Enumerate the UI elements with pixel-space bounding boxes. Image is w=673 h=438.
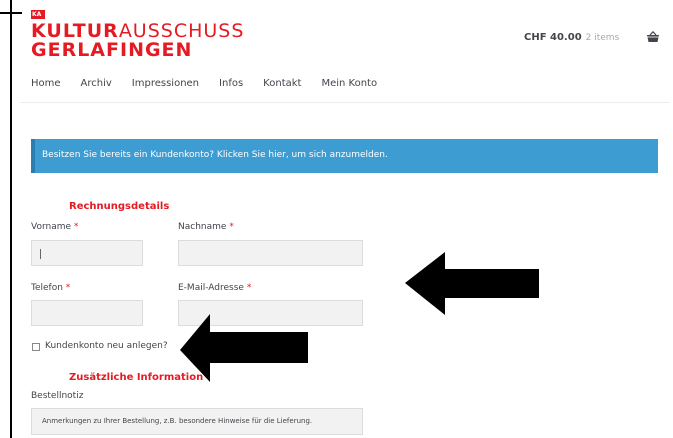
frame-border-left xyxy=(10,0,12,438)
nav-mein-konto[interactable]: Mein Konto xyxy=(321,78,377,89)
logo-line2: GERLAFINGEN xyxy=(31,39,193,61)
nav-kontakt[interactable]: Kontakt xyxy=(263,78,301,89)
last-name-label: Nachname * xyxy=(178,222,234,232)
logo-badge: KA xyxy=(31,10,45,19)
order-note-textarea[interactable]: Anmerkungen zu Ihrer Bestellung, z.B. be… xyxy=(31,408,363,435)
cart-summary[interactable]: CHF 40.00 2 items xyxy=(524,32,619,43)
nav-impressionen[interactable]: Impressionen xyxy=(132,78,199,89)
login-notice[interactable]: Besitzen Sie bereits ein Kundenkonto? Kl… xyxy=(31,139,658,173)
phone-label: Telefon * xyxy=(31,283,71,293)
nav-infos[interactable]: Infos xyxy=(219,78,243,89)
create-account-label[interactable]: Kundenkonto neu anlegen? xyxy=(45,341,168,351)
text-cursor xyxy=(40,249,41,259)
order-note-label: Bestellnotiz xyxy=(31,391,84,401)
frame-border-top xyxy=(0,12,22,14)
left-arrow-annotation xyxy=(405,252,539,315)
phone-input[interactable] xyxy=(31,300,143,326)
main-nav: Home Archiv Impressionen Infos Kontakt Mein K… xyxy=(31,78,397,89)
login-notice-text[interactable]: Besitzen Sie bereits ein Kundenkonto? Kl… xyxy=(42,150,388,160)
create-account-checkbox[interactable] xyxy=(32,343,40,351)
basket-icon[interactable] xyxy=(646,31,660,43)
notice-accent-bar xyxy=(31,139,35,173)
nav-archiv[interactable]: Archiv xyxy=(81,78,112,89)
first-name-input[interactable] xyxy=(31,240,143,266)
order-note-placeholder: Anmerkungen zu Ihrer Bestellung, z.B. be… xyxy=(42,417,313,425)
header-divider xyxy=(20,102,670,103)
billing-title: Rechnungsdetails xyxy=(69,201,170,212)
cart-item-count: 2 items xyxy=(585,33,620,43)
email-label: E-Mail-Adresse * xyxy=(178,283,252,293)
left-arrow-annotation-2 xyxy=(180,314,308,382)
last-name-input[interactable] xyxy=(178,240,363,266)
cart-amount: CHF 40.00 xyxy=(524,32,582,43)
nav-home[interactable]: Home xyxy=(31,78,61,89)
first-name-label: Vorname * xyxy=(31,222,79,232)
